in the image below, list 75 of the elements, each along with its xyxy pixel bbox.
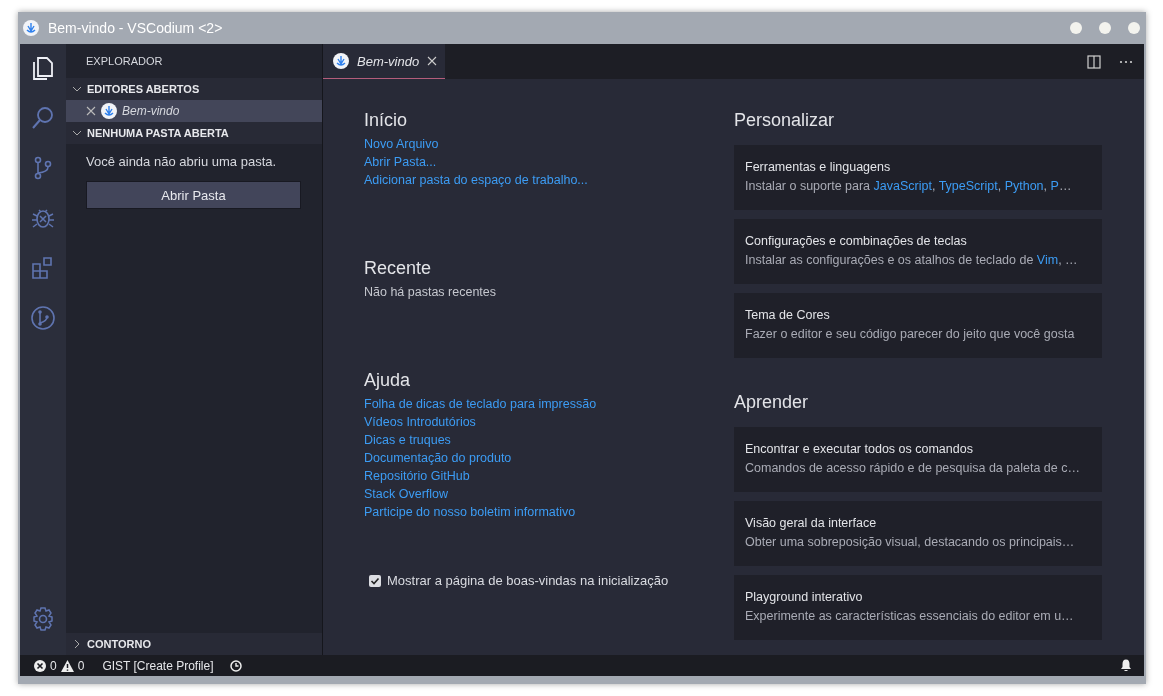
welcome-link[interactable]: Vídeos Introdutórios — [364, 413, 476, 431]
welcome-link[interactable]: Participe do nosso boletim informativo — [364, 503, 576, 521]
more-actions-icon[interactable] — [1119, 59, 1133, 64]
welcome-card[interactable]: Ferramentas e linguagens Instalar o suporte para JavaScript, TypeScript, Python, P… — [734, 145, 1102, 210]
card-description: Fazer o editor e seu código parecer do jeito que você gosta — [745, 326, 1076, 342]
branch-circle-icon[interactable] — [29, 304, 57, 332]
section-heading: Recente — [364, 257, 433, 279]
description-link[interactable]: Python — [1004, 179, 1044, 193]
editor-tab[interactable]: Bem-vindo — [323, 44, 446, 79]
section-title: CONTORNO — [87, 638, 151, 650]
open-editor-item[interactable]: Bem-vindo — [66, 100, 322, 122]
section-heading: Personalizar — [734, 109, 836, 131]
welcome-link[interactable]: Documentação do produto — [364, 449, 512, 467]
welcome-card[interactable]: Tema de Cores Fazer o editor e seu código parecer do jeito que você gosta — [734, 293, 1102, 358]
empty-message: Você ainda não abriu uma pasta. — [85, 153, 278, 169]
card-title: Encontrar e executar todos os comandos — [745, 441, 974, 457]
close-icon[interactable] — [427, 56, 438, 66]
app-logo-icon — [101, 103, 117, 119]
section-header[interactable]: NENHUMA PASTA ABERTA — [66, 122, 322, 144]
welcome-card[interactable]: Playground interativo Experimente as características essenciais do editor em u… — [734, 575, 1102, 640]
editor-label: Bem-vindo — [122, 104, 180, 118]
open-folder-button[interactable]: Abrir Pasta — [86, 181, 301, 209]
card-title: Visão geral da interface — [745, 515, 878, 531]
welcome-link[interactable]: Novo Arquivo — [364, 135, 439, 153]
card-title: Ferramentas e linguagens — [745, 159, 892, 175]
card-title: Tema de Cores — [745, 307, 831, 323]
welcome-card[interactable]: Configurações e combinações de teclas Instalar as configurações e os atalhos de teclado de Vim, … — [734, 219, 1102, 284]
welcome-link[interactable]: Repositório GitHub — [364, 467, 470, 485]
card-description: Obter uma sobreposição visual, destacando os principais… — [745, 534, 1076, 550]
section-title: EDITORES ABERTOS — [87, 83, 200, 95]
window-dot-icon[interactable] — [1128, 22, 1140, 34]
card-description: Experimente as características essenciais do editor em u… — [745, 608, 1075, 624]
section-heading: Aprender — [734, 391, 810, 413]
card-title: Playground interativo — [745, 589, 864, 605]
description-link[interactable]: TypeScript — [938, 179, 998, 193]
section-title: NENHUMA PASTA ABERTA — [87, 127, 229, 139]
window-title: Bem-vindo - VSCodium <2> — [48, 20, 224, 36]
card-description: Instalar as configurações e os atalhos de teclado de Vim, … — [745, 252, 1079, 268]
error-count: 0 — [50, 658, 57, 673]
section-heading: Ajuda — [364, 369, 412, 391]
welcome-card[interactable]: Encontrar e executar todos os comandos Comandos de acesso rápido e de pesquisa da paleta de c… — [734, 427, 1102, 492]
app-logo-icon — [333, 53, 349, 69]
clock-icon[interactable] — [229, 659, 242, 672]
empty-message: Não há pastas recentes — [364, 284, 498, 301]
split-editor-icon[interactable] — [1087, 54, 1101, 69]
section-heading: Início — [364, 109, 409, 131]
card-title: Configurações e combinações de teclas — [745, 233, 968, 249]
checkbox-label: Mostrar a página de boas-vindas na inicialização — [387, 573, 669, 588]
app-logo-icon — [23, 20, 39, 36]
description-link[interactable]: JavaScript — [873, 179, 932, 193]
welcome-link[interactable]: Dicas e truques — [364, 431, 451, 449]
description-link[interactable]: P — [1050, 179, 1059, 193]
window-dot-icon[interactable] — [1099, 22, 1111, 34]
card-description: Comandos de acesso rápido e de pesquisa da paleta de c… — [745, 460, 1081, 476]
welcome-link[interactable]: Adicionar pasta do espaço de trabalho... — [364, 171, 588, 189]
chevron-icon — [72, 639, 82, 649]
close-icon[interactable] — [86, 106, 96, 116]
welcome-link[interactable]: Abrir Pasta... — [364, 153, 437, 171]
card-description: Instalar o suporte para JavaScript, TypeScript, Python, P… — [745, 178, 1073, 194]
welcome-link[interactable]: Folha de dicas de teclado para impressão — [364, 395, 597, 413]
welcome-link[interactable]: Stack Overflow — [364, 485, 449, 503]
window-dot-icon[interactable] — [1070, 22, 1082, 34]
section-header[interactable]: CONTORNO — [66, 633, 322, 655]
warning-icon[interactable] — [60, 659, 74, 672]
sidebar-title: EXPLORADOR — [85, 54, 164, 69]
chevron-icon — [72, 84, 82, 94]
warning-count: 0 — [77, 658, 85, 673]
welcome-card[interactable]: Visão geral da interface Obter uma sobreposição visual, destacando os principais… — [734, 501, 1102, 566]
bell-icon[interactable] — [1120, 659, 1132, 672]
error-icon[interactable] — [34, 659, 46, 672]
chevron-icon — [72, 128, 82, 138]
gist-status[interactable]: GIST [Create Profile] — [102, 658, 214, 673]
section-header[interactable]: EDITORES ABERTOS — [66, 78, 322, 100]
tab-label: Bem-vindo — [357, 53, 420, 69]
checkbox[interactable] — [369, 574, 381, 587]
